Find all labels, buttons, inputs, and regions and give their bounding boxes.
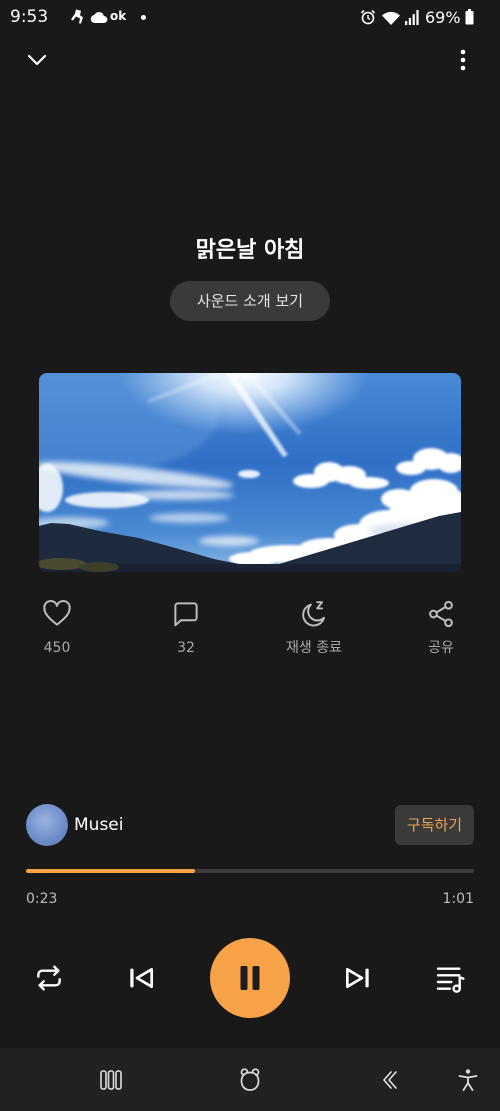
total-duration: 1:01 <box>442 891 474 907</box>
status-time: 9:53 <box>10 7 49 27</box>
share-button[interactable]: 공유 <box>391 599 491 657</box>
chevron-down-icon <box>27 54 47 66</box>
share-icon <box>429 600 453 628</box>
recent-apps-icon <box>100 1070 122 1090</box>
status-bar: 9:53 ok 69% <box>0 0 500 36</box>
home-icon <box>240 1068 260 1091</box>
subscribe-button[interactable]: 구독하기 <box>395 805 474 845</box>
back-button[interactable] <box>379 1068 403 1092</box>
alarm-icon <box>360 9 376 25</box>
notification-dot <box>141 15 146 20</box>
home-button[interactable] <box>238 1068 262 1092</box>
playlist-icon <box>436 967 465 993</box>
sleep-timer-icon <box>302 601 325 627</box>
accessibility-button[interactable] <box>456 1068 480 1092</box>
progress-bar[interactable] <box>26 869 474 873</box>
next-button[interactable] <box>342 962 374 994</box>
comment-button[interactable]: 32 <box>136 599 236 657</box>
cloud-icon <box>90 11 108 23</box>
pause-button[interactable] <box>210 938 290 1018</box>
more-vertical-icon <box>460 49 466 71</box>
signal-icon <box>405 10 419 25</box>
accessibility-icon <box>458 1069 478 1091</box>
comment-count: 32 <box>177 640 195 656</box>
like-count: 450 <box>43 640 71 656</box>
wifi-icon <box>381 10 401 26</box>
track-title: 맑은날 아침 <box>195 238 305 263</box>
sleep-timer-button[interactable]: 재생 종료 <box>264 599 364 657</box>
repeat-icon <box>37 965 61 991</box>
battery-icon <box>465 9 474 25</box>
share-label: 공유 <box>428 640 454 656</box>
comment-icon <box>174 602 198 627</box>
collapse-button[interactable] <box>27 54 47 66</box>
repeat-button[interactable] <box>33 962 65 994</box>
previous-icon <box>130 968 153 988</box>
cover-image <box>39 373 461 572</box>
playlist-button[interactable] <box>434 962 466 994</box>
elapsed-time: 0:23 <box>26 891 58 907</box>
avatar[interactable] <box>26 804 68 846</box>
artist-name[interactable]: Musei <box>74 814 123 836</box>
sound-intro-button[interactable]: 사운드 소개 보기 <box>170 281 330 321</box>
back-icon <box>383 1071 397 1089</box>
status-notification-text: ok <box>110 9 127 23</box>
pause-icon <box>240 966 260 990</box>
navigation-bar <box>0 1048 500 1111</box>
more-options-button[interactable] <box>457 48 469 72</box>
app-notification-icon <box>70 8 86 26</box>
progress-fill <box>26 869 195 873</box>
previous-button[interactable] <box>125 962 157 994</box>
like-button[interactable]: 450 <box>7 599 107 657</box>
next-icon <box>346 968 369 988</box>
battery-percentage: 69% <box>425 8 461 27</box>
recent-apps-button[interactable] <box>99 1068 123 1092</box>
sleep-timer-label: 재생 종료 <box>286 640 342 656</box>
heart-icon <box>43 600 71 626</box>
